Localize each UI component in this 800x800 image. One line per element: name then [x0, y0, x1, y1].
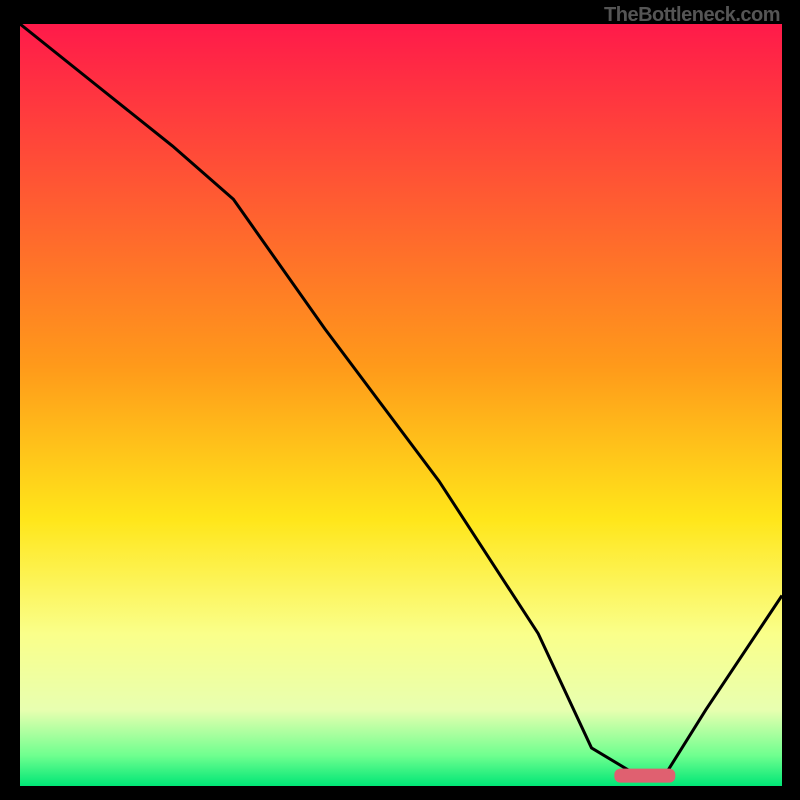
optimal-marker — [614, 769, 675, 783]
bottleneck-chart — [20, 24, 782, 786]
chart-container — [20, 24, 782, 786]
gradient-background — [20, 24, 782, 786]
watermark-text: TheBottleneck.com — [604, 4, 780, 27]
